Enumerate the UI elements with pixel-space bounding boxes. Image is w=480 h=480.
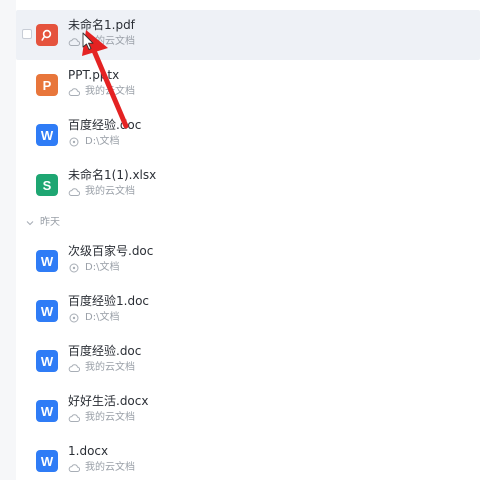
file-name[interactable]: 次级百家号.doc: [68, 242, 153, 260]
file-location-text: 我的云文档: [85, 362, 135, 373]
word-file-icon: W: [36, 400, 58, 422]
file-location: D:\文档: [68, 135, 141, 149]
word-file-icon: W: [36, 250, 58, 272]
cloud-icon: [68, 88, 80, 96]
cloud-icon: [68, 464, 80, 472]
file-location-text: 我的云文档: [85, 412, 135, 423]
pdf-glyph-icon: [41, 29, 52, 41]
file-row-word[interactable]: W 百度经验.doc 我的云文档: [16, 336, 480, 386]
file-location-text: 我的云文档: [85, 36, 135, 47]
file-row-word[interactable]: W 次级百家号.doc D:\文档: [16, 236, 480, 286]
file-row-word[interactable]: W 1.docx 我的云文档: [16, 436, 480, 480]
file-text: 次级百家号.doc D:\文档: [68, 242, 153, 275]
left-panel-edge: [0, 0, 16, 480]
file-row-excel[interactable]: S 未命名1(1).xlsx 我的云文档: [16, 160, 480, 210]
file-row-word[interactable]: W 百度经验.doc D:\文档: [16, 110, 480, 160]
file-name[interactable]: 百度经验.doc: [68, 116, 141, 134]
file-text: 未命名1.pdf 我的云文档: [68, 16, 135, 49]
file-location: 我的云文档: [68, 461, 135, 475]
file-location-text: D:\文档: [85, 312, 120, 323]
file-location: 我的云文档: [68, 35, 135, 49]
file-text: 好好生活.docx 我的云文档: [68, 392, 148, 425]
ppt-file-icon: P: [36, 74, 58, 96]
recent-files-list: 未命名1.pdf 我的云文档 P PPT.pptx 我的云文档 W 百度经验.d…: [16, 10, 480, 480]
file-name[interactable]: 未命名1.pdf: [68, 16, 135, 34]
chevron-down-icon[interactable]: [26, 219, 34, 227]
file-location: 我的云文档: [68, 185, 156, 199]
word-file-icon: W: [36, 450, 58, 472]
file-name[interactable]: 1.docx: [68, 442, 135, 460]
file-location: 我的云文档: [68, 361, 141, 375]
file-row-word[interactable]: W 百度经验1.doc D:\文档: [16, 286, 480, 336]
disk-icon: [69, 263, 79, 273]
file-list-screen: 未命名1.pdf 我的云文档 P PPT.pptx 我的云文档 W 百度经验.d…: [0, 0, 480, 480]
file-location: D:\文档: [68, 261, 153, 275]
file-name[interactable]: 好好生活.docx: [68, 392, 148, 410]
group-header-yesterday[interactable]: 昨天: [16, 210, 480, 236]
file-text: 1.docx 我的云文档: [68, 442, 135, 475]
file-name[interactable]: PPT.pptx: [68, 66, 135, 84]
file-location: 我的云文档: [68, 85, 135, 99]
file-row-pdf[interactable]: 未命名1.pdf 我的云文档: [16, 10, 480, 60]
disk-icon: [69, 313, 79, 323]
file-text: 百度经验1.doc D:\文档: [68, 292, 149, 325]
file-name[interactable]: 百度经验.doc: [68, 342, 141, 360]
file-row-word[interactable]: W 好好生活.docx 我的云文档: [16, 386, 480, 436]
cloud-icon: [68, 188, 80, 196]
file-location: 我的云文档: [68, 411, 148, 425]
file-row-ppt[interactable]: P PPT.pptx 我的云文档: [16, 60, 480, 110]
file-text: 百度经验.doc D:\文档: [68, 116, 141, 149]
file-location-text: 我的云文档: [85, 186, 135, 197]
word-file-icon: W: [36, 300, 58, 322]
file-location-text: D:\文档: [85, 262, 120, 273]
file-text: 百度经验.doc 我的云文档: [68, 342, 141, 375]
disk-icon: [69, 137, 79, 147]
file-name[interactable]: 未命名1(1).xlsx: [68, 166, 156, 184]
cloud-icon: [68, 414, 80, 422]
file-location-text: 我的云文档: [85, 462, 135, 473]
excel-file-icon: S: [36, 174, 58, 196]
file-location: D:\文档: [68, 311, 149, 325]
file-location-text: 我的云文档: [85, 86, 135, 97]
file-text: PPT.pptx 我的云文档: [68, 66, 135, 99]
file-text: 未命名1(1).xlsx 我的云文档: [68, 166, 156, 199]
file-name[interactable]: 百度经验1.doc: [68, 292, 149, 310]
group-label: 昨天: [40, 217, 60, 228]
file-checkbox[interactable]: [22, 29, 32, 39]
word-file-icon: W: [36, 124, 58, 146]
word-file-icon: W: [36, 350, 58, 372]
cloud-icon: [68, 364, 80, 372]
file-location-text: D:\文档: [85, 136, 120, 147]
cloud-icon: [68, 38, 80, 46]
pdf-file-icon: [36, 24, 58, 46]
